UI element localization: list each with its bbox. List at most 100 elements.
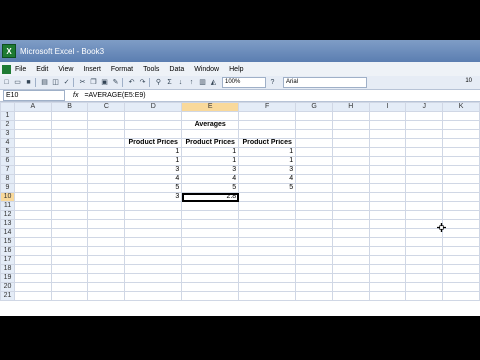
cell[interactable] [13, 273, 52, 283]
cell-d8[interactable]: 4 [124, 174, 183, 184]
cell[interactable] [331, 246, 370, 256]
cell[interactable] [405, 192, 444, 202]
cell[interactable] [368, 282, 407, 292]
column-header-i[interactable]: I [368, 102, 407, 112]
cell[interactable] [331, 264, 370, 274]
format-painter-icon[interactable]: ✎ [111, 78, 120, 87]
cell[interactable] [238, 210, 297, 220]
cell[interactable] [368, 120, 407, 130]
row-header[interactable]: 12 [0, 210, 15, 220]
cell[interactable] [295, 183, 333, 193]
drawing-icon[interactable]: ◭ [209, 78, 218, 87]
cell[interactable] [124, 264, 183, 274]
cell[interactable] [181, 291, 240, 301]
cell[interactable] [50, 255, 89, 265]
cell[interactable] [124, 291, 183, 301]
column-header-b[interactable]: B [50, 102, 89, 112]
undo-icon[interactable]: ↶ [127, 78, 136, 87]
cell[interactable] [13, 192, 52, 202]
cell[interactable] [405, 138, 444, 148]
cell[interactable] [87, 201, 126, 211]
cell[interactable] [442, 273, 480, 283]
cell[interactable] [442, 192, 480, 202]
cell[interactable] [181, 246, 240, 256]
cell[interactable] [238, 282, 297, 292]
row-header[interactable]: 3 [0, 129, 15, 139]
cell[interactable] [368, 183, 407, 193]
cell[interactable] [368, 156, 407, 166]
cell[interactable] [442, 219, 480, 229]
row-header[interactable]: 11 [0, 201, 15, 211]
column-header-f[interactable]: F [238, 102, 297, 112]
row-header[interactable]: 7 [0, 165, 15, 175]
menu-tools[interactable]: Tools [143, 66, 159, 73]
formula-input[interactable]: =AVERAGE(E5:E9) [84, 92, 145, 99]
cell[interactable] [442, 237, 480, 247]
cell[interactable] [442, 264, 480, 274]
cell[interactable] [238, 273, 297, 283]
cell[interactable] [238, 291, 297, 301]
cell[interactable] [295, 156, 333, 166]
column-header-g[interactable]: G [295, 102, 333, 112]
column-header-j[interactable]: J [405, 102, 444, 112]
cell[interactable] [181, 273, 240, 283]
cell[interactable] [87, 228, 126, 238]
cell[interactable] [295, 291, 333, 301]
cell[interactable] [405, 255, 444, 265]
cell-d10[interactable]: 3 [124, 192, 183, 202]
cell[interactable] [442, 255, 480, 265]
cell[interactable] [124, 237, 183, 247]
cell[interactable] [442, 174, 480, 184]
menu-edit[interactable]: Edit [36, 66, 48, 73]
cell[interactable] [87, 291, 126, 301]
row-header[interactable]: 21 [0, 291, 15, 301]
cell-d5[interactable]: 1 [124, 147, 183, 157]
cell[interactable] [13, 183, 52, 193]
cell[interactable] [405, 291, 444, 301]
cell[interactable] [295, 273, 333, 283]
cell[interactable] [295, 165, 333, 175]
cell[interactable] [181, 255, 240, 265]
cell[interactable] [124, 255, 183, 265]
cell[interactable] [442, 282, 480, 292]
cell[interactable] [124, 246, 183, 256]
cell[interactable] [331, 174, 370, 184]
zoom-select[interactable]: 100% [222, 77, 266, 88]
spelling-icon[interactable]: ✓ [62, 78, 71, 87]
cell[interactable] [124, 120, 183, 130]
cell[interactable] [331, 228, 370, 238]
cell[interactable] [50, 192, 89, 202]
column-header-c[interactable]: C [87, 102, 126, 112]
cell[interactable] [87, 246, 126, 256]
cell[interactable] [238, 246, 297, 256]
cell[interactable] [50, 282, 89, 292]
cell[interactable] [181, 129, 240, 139]
cell[interactable] [50, 237, 89, 247]
cell[interactable] [442, 201, 480, 211]
cell[interactable] [50, 174, 89, 184]
cell[interactable] [442, 129, 480, 139]
cell[interactable] [331, 219, 370, 229]
cell[interactable] [331, 147, 370, 157]
cell[interactable] [368, 201, 407, 211]
cell[interactable] [295, 219, 333, 229]
cell[interactable] [13, 165, 52, 175]
column-header-a[interactable]: A [13, 102, 52, 112]
cell[interactable] [50, 165, 89, 175]
cell[interactable] [295, 138, 333, 148]
cell[interactable] [295, 246, 333, 256]
cell[interactable] [50, 246, 89, 256]
cell[interactable] [87, 264, 126, 274]
cell[interactable] [238, 129, 297, 139]
menu-window[interactable]: Window [194, 66, 219, 73]
cell[interactable] [238, 192, 297, 202]
cell[interactable] [442, 210, 480, 220]
cell[interactable] [368, 174, 407, 184]
cell[interactable] [50, 228, 89, 238]
cell[interactable] [295, 210, 333, 220]
cell[interactable] [368, 291, 407, 301]
cell-d6[interactable]: 1 [124, 156, 183, 166]
cell[interactable] [368, 228, 407, 238]
cell[interactable] [368, 246, 407, 256]
cell[interactable] [405, 111, 444, 121]
